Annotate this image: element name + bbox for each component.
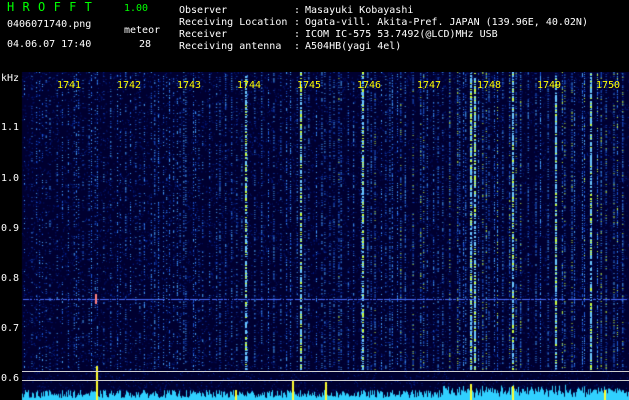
info-label: Receiver xyxy=(179,29,228,40)
y-tick-label: 1.0 xyxy=(1,173,20,184)
info-label: Observer xyxy=(179,5,228,16)
info-value: ICOM IC-575 53.7492(@LCD)MHz USB xyxy=(305,29,498,40)
time-tick-label: 1743 xyxy=(177,80,202,91)
time-tick-label: 1742 xyxy=(117,80,142,91)
meteor-count: 28 xyxy=(139,39,152,50)
threshold-line-upper xyxy=(22,371,629,372)
spectrogram-canvas xyxy=(0,72,629,400)
meteor-label: meteor xyxy=(124,25,161,36)
y-axis-unit: kHz xyxy=(1,73,20,84)
info-receiver: Receiver: ICOM IC-575 53.7492(@LCD)MHz US… xyxy=(179,29,498,40)
info-antenna: Receiving antenna: A504HB(yagi 4el) xyxy=(179,41,402,52)
info-value: Ogata-vill. Akita-Pref. JAPAN (139.96E, … xyxy=(305,17,588,28)
app-title: HROFFT xyxy=(7,0,101,14)
threshold-line-lower xyxy=(22,380,629,381)
time-tick-label: 1748 xyxy=(477,80,502,91)
time-tick-label: 1747 xyxy=(417,80,442,91)
time-tick-label: 1744 xyxy=(237,80,262,91)
y-tick-label: 0.8 xyxy=(1,273,20,284)
y-tick-label: 0.9 xyxy=(1,223,20,234)
y-tick-label: 0.6 xyxy=(1,373,20,384)
time-tick-label: 1745 xyxy=(297,80,322,91)
info-label: Receiving antenna xyxy=(179,41,282,52)
info-observer: Observer: Masayuki Kobayashi xyxy=(179,5,414,16)
info-value: Masayuki Kobayashi xyxy=(305,5,414,16)
app-version: 1.00 xyxy=(124,3,149,14)
info-value: A504HB(yagi 4el) xyxy=(305,41,402,52)
y-tick-label: 1.1 xyxy=(1,122,20,133)
capture-datetime: 04.06.07 17:40 xyxy=(7,39,92,50)
time-tick-label: 1749 xyxy=(537,80,562,91)
time-tick-label: 1741 xyxy=(57,80,82,91)
y-tick-label: 0.7 xyxy=(1,323,20,334)
time-tick-label: 1746 xyxy=(357,80,382,91)
info-label: Receiving Location xyxy=(179,17,288,28)
time-tick-label: 1750 xyxy=(596,80,621,91)
header-panel: HROFFT 1.00 0406071740.png meteor 04.06.… xyxy=(0,0,629,72)
file-name: 0406071740.png xyxy=(7,19,92,30)
info-location: Receiving Location: Ogata-vill. Akita-Pre… xyxy=(179,17,588,28)
